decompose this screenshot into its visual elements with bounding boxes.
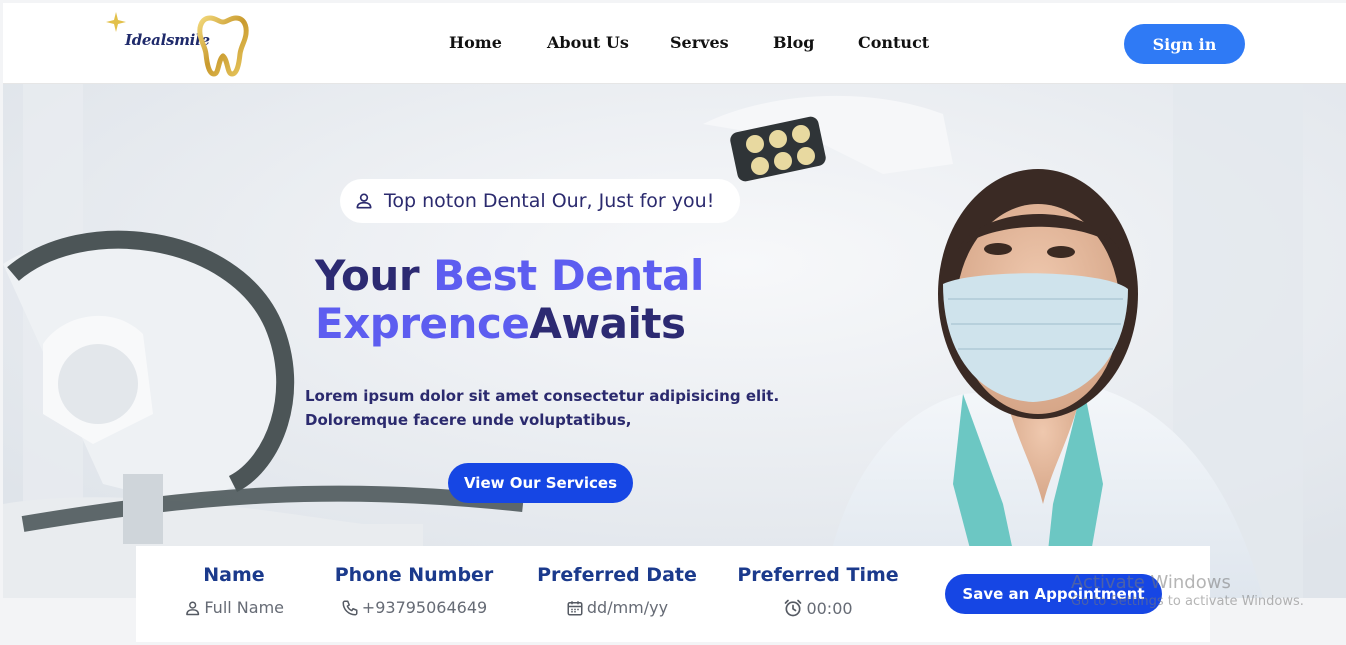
watermark-subtitle: Go to Settings to activate Windows. (1071, 594, 1304, 609)
nav-blog[interactable]: Blog (773, 33, 814, 52)
hero-description-line1: Lorem ipsum dolor sit amet consectetur a… (305, 387, 780, 405)
date-placeholder: dd/mm/yy (586, 598, 669, 617)
hero-section: Top noton Dental Our, Just for you! Your… (3, 84, 1346, 598)
phone-placeholder: +93795064649 (361, 598, 488, 617)
date-label: Preferred Date (537, 564, 697, 586)
name-field-group: Name Full Name (184, 564, 284, 617)
calendar-icon (567, 600, 583, 615)
hero-title-part2: Best Dental (433, 251, 704, 300)
time-label: Preferred Time (737, 564, 899, 586)
name-input[interactable]: Full Name (184, 598, 284, 617)
appointment-form: Name Full Name Phone Number +93795064649… (136, 546, 1210, 642)
watermark-title: Activate Windows (1071, 572, 1231, 593)
phone-icon (342, 600, 358, 615)
sign-in-button[interactable]: Sign in (1124, 24, 1245, 64)
phone-input[interactable]: +93795064649 (331, 598, 497, 617)
site-header: Idealsmile Home About Us Serves Blog Con… (3, 3, 1346, 84)
time-placeholder: 00:00 (806, 598, 853, 618)
user-icon (356, 193, 372, 209)
name-label: Name (203, 564, 265, 586)
date-field-group: Preferred Date dd/mm/yy (536, 564, 698, 617)
nav-home[interactable]: Home (449, 33, 502, 52)
alarm-clock-icon (785, 599, 802, 617)
nav-contact[interactable]: Contuct (858, 33, 929, 52)
nav-about-us[interactable]: About Us (547, 33, 629, 52)
hero-title-part3: Exprence (315, 299, 530, 348)
hero-title-part4: Awaits (529, 299, 686, 348)
time-field-group: Preferred Time 00:00 (734, 564, 902, 618)
hero-description: Lorem ipsum dolor sit amet consectetur a… (305, 384, 785, 432)
activate-windows-watermark: Activate Windows Go to Settings to activ… (1071, 572, 1304, 609)
nav-serves[interactable]: Serves (670, 33, 729, 52)
phone-label: Phone Number (334, 564, 494, 586)
hero-tagline-text: Top noton Dental Our, Just for you! (384, 190, 715, 212)
phone-field-group: Phone Number +93795064649 (331, 564, 497, 617)
hero-tagline: Top noton Dental Our, Just for you! (340, 179, 740, 223)
hero-description-line2: Doloremque facere unde voluptatibus, (305, 411, 632, 429)
date-input[interactable]: dd/mm/yy (536, 598, 698, 617)
name-placeholder: Full Name (204, 598, 284, 617)
brand-logo[interactable]: Idealsmile (103, 11, 253, 81)
time-input[interactable]: 00:00 (734, 598, 902, 618)
tooth-icon (197, 15, 249, 77)
hero-title: Your Best Dental ExprenceAwaits (315, 252, 835, 348)
view-services-button[interactable]: View Our Services (448, 463, 633, 503)
hero-title-part1: Your (315, 251, 434, 300)
user-icon (186, 600, 200, 615)
sparkle-icon (106, 12, 126, 32)
